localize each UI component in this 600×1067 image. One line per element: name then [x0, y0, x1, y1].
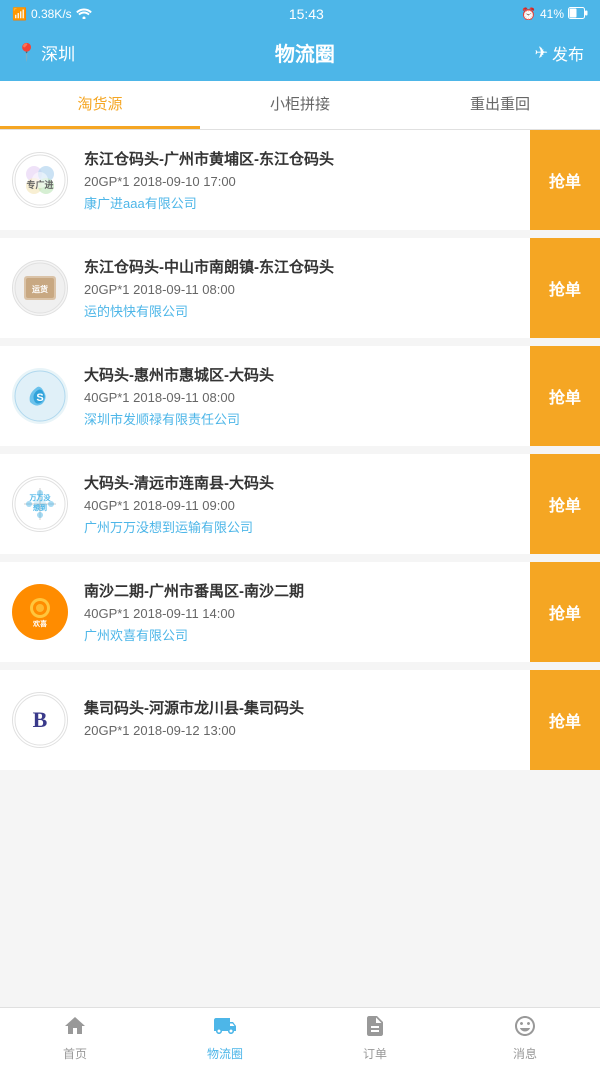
item-action-4[interactable]: 抢单 [530, 454, 600, 554]
alarm-icon: ⏰ [521, 7, 536, 21]
list-item: S 大码头-惠州市惠城区-大码头 40GP*1 2018-09-11 08:00… [0, 346, 600, 446]
item-company-4[interactable]: 广州万万没想到运输有限公司 [84, 517, 522, 536]
nav-home-label: 首页 [63, 1045, 87, 1062]
item-info-2: 20GP*1 2018-09-11 08:00 [84, 282, 522, 297]
item-content-4: 大码头-清远市连南县-大码头 40GP*1 2018-09-11 09:00 广… [80, 454, 530, 554]
wifi-icon [76, 7, 92, 22]
signal-icon: 📶 [12, 7, 27, 21]
item-action-3[interactable]: 抢单 [530, 346, 600, 446]
item-action-1[interactable]: 抢单 [530, 130, 600, 230]
item-content-6: 集司码头-河源市龙川县-集司码头 20GP*1 2018-09-12 13:00 [80, 670, 530, 770]
status-left: 📶 0.38K/s [12, 7, 92, 22]
item-company-1[interactable]: 康广进aaa有限公司 [84, 193, 522, 212]
nav-item-orders[interactable]: 订单 [300, 1008, 450, 1067]
item-info-3: 40GP*1 2018-09-11 08:00 [84, 390, 522, 405]
header-publish-button[interactable]: ✈ 发布 [535, 41, 584, 65]
svg-text:运货: 运货 [32, 284, 48, 294]
publish-text: 发布 [552, 41, 584, 65]
item-action-6[interactable]: 抢单 [530, 670, 600, 770]
tab-bar: 淘货源 小柜拼接 重出重回 [0, 81, 600, 130]
item-content-2: 东江仓码头-中山市南朗镇-东江仓码头 20GP*1 2018-09-11 08:… [80, 238, 530, 338]
location-icon: 📍 [16, 43, 37, 63]
item-logo-3: S [0, 346, 80, 446]
item-info-6: 20GP*1 2018-09-12 13:00 [84, 723, 522, 738]
header-title: 物流圈 [275, 38, 335, 67]
item-action-2[interactable]: 抢单 [530, 238, 600, 338]
item-info-4: 40GP*1 2018-09-11 09:00 [84, 498, 522, 513]
item-content-3: 大码头-惠州市惠城区-大码头 40GP*1 2018-09-11 08:00 深… [80, 346, 530, 446]
item-company-2[interactable]: 运的快快有限公司 [84, 301, 522, 320]
list-item: B 集司码头-河源市龙川县-集司码头 20GP*1 2018-09-12 13:… [0, 670, 600, 770]
item-list: 专广进 东江仓码头-广州市黄埔区-东江仓码头 20GP*1 2018-09-10… [0, 130, 600, 846]
publish-icon: ✈ [535, 43, 548, 63]
status-right: ⏰ 41% [521, 7, 588, 22]
item-title-6: 集司码头-河源市龙川县-集司码头 [84, 698, 522, 719]
status-bar: 📶 0.38K/s 15:43 ⏰ 41% [0, 0, 600, 28]
list-item: 万万没 想到 大码头-清远市连南县-大码头 40GP*1 2018-09-11 … [0, 454, 600, 554]
item-logo-2: 运货 [0, 238, 80, 338]
list-item: 专广进 东江仓码头-广州市黄埔区-东江仓码头 20GP*1 2018-09-10… [0, 130, 600, 230]
item-company-5[interactable]: 广州欢喜有限公司 [84, 625, 522, 644]
item-title-2: 东江仓码头-中山市南朗镇-东江仓码头 [84, 257, 522, 278]
item-title-5: 南沙二期-广州市番禺区-南沙二期 [84, 581, 522, 602]
item-company-3[interactable]: 深圳市发顺禄有限责任公司 [84, 409, 522, 428]
item-title-1: 东江仓码头-广州市黄埔区-东江仓码头 [84, 149, 522, 170]
battery-level: 41% [540, 7, 564, 21]
svg-text:欢喜: 欢喜 [32, 619, 47, 628]
header-location[interactable]: 📍 深圳 [16, 40, 75, 65]
item-logo-4: 万万没 想到 [0, 454, 80, 554]
item-action-5[interactable]: 抢单 [530, 562, 600, 662]
item-logo-5: 欢喜 [0, 562, 80, 662]
bottom-nav: 首页 物流圈 订单 消息 [0, 1007, 600, 1067]
item-content-5: 南沙二期-广州市番禺区-南沙二期 40GP*1 2018-09-11 14:00… [80, 562, 530, 662]
list-item: 运货 东江仓码头-中山市南朗镇-东江仓码头 20GP*1 2018-09-11 … [0, 238, 600, 338]
nav-orders-label: 订单 [363, 1045, 387, 1062]
svg-text:B: B [33, 707, 48, 732]
messages-icon [513, 1014, 537, 1042]
header: 📍 深圳 物流圈 ✈ 发布 [0, 28, 600, 81]
tab-chongchu[interactable]: 重出重回 [400, 81, 600, 129]
nav-messages-label: 消息 [513, 1045, 537, 1062]
svg-text:S: S [36, 392, 43, 404]
signal-speed: 0.38K/s [31, 7, 72, 21]
item-info-1: 20GP*1 2018-09-10 17:00 [84, 174, 522, 189]
list-item: 欢喜 南沙二期-广州市番禺区-南沙二期 40GP*1 2018-09-11 14… [0, 562, 600, 662]
item-logo-6: B [0, 670, 80, 770]
nav-item-logistics[interactable]: 物流圈 [150, 1008, 300, 1067]
tab-taohuo[interactable]: 淘货源 [0, 81, 200, 129]
battery-icon [568, 7, 588, 22]
nav-item-messages[interactable]: 消息 [450, 1008, 600, 1067]
logistics-icon [213, 1014, 237, 1042]
svg-text:专广进: 专广进 [26, 179, 53, 190]
status-time: 15:43 [289, 6, 324, 22]
home-icon [63, 1014, 87, 1042]
item-title-4: 大码头-清远市连南县-大码头 [84, 473, 522, 494]
item-logo-1: 专广进 [0, 130, 80, 230]
nav-logistics-label: 物流圈 [207, 1045, 243, 1062]
item-title-3: 大码头-惠州市惠城区-大码头 [84, 365, 522, 386]
item-info-5: 40GP*1 2018-09-11 14:00 [84, 606, 522, 621]
nav-item-home[interactable]: 首页 [0, 1008, 150, 1067]
orders-icon [363, 1014, 387, 1042]
item-content-1: 东江仓码头-广州市黄埔区-东江仓码头 20GP*1 2018-09-10 17:… [80, 130, 530, 230]
location-text: 深圳 [41, 40, 75, 65]
tab-xiaogui[interactable]: 小柜拼接 [200, 81, 400, 129]
